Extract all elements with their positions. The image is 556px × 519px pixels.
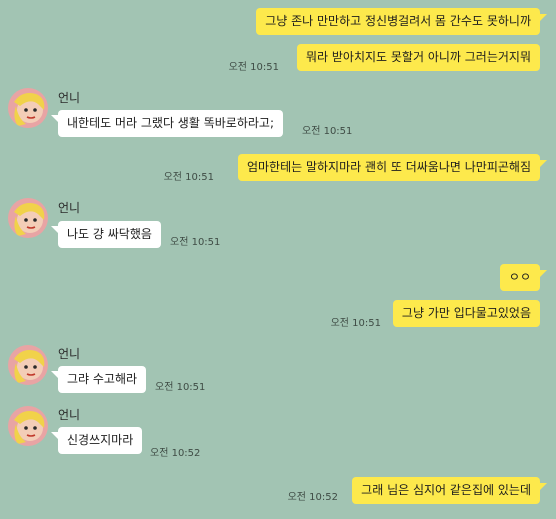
bubble-tail bbox=[539, 270, 547, 278]
bubble-tail bbox=[539, 483, 547, 491]
message-bubble-other[interactable]: 내한테도 머라 그랬다 생활 똑바로하라고; bbox=[58, 110, 283, 137]
message-bubble-mine[interactable]: 뭐라 받아치지도 못할거 아니까 그러는거지뭐 bbox=[296, 44, 540, 71]
avatar[interactable] bbox=[8, 198, 48, 238]
message-bubble-other[interactable]: 그랴 수고해라 bbox=[58, 366, 147, 393]
bubble-tail bbox=[539, 14, 547, 22]
sender-name: 언니 bbox=[58, 91, 81, 105]
message-time: 오전 10:51 bbox=[170, 237, 221, 248]
message-time: 오전 10:51 bbox=[163, 172, 214, 183]
chat-area: 그냥 존나 만만하고 정신병걸려서 몸 간수도 못하니까 뭐라 받아치지도 못할… bbox=[0, 0, 556, 519]
sender-name: 언니 bbox=[58, 347, 81, 361]
sender-name: 언니 bbox=[58, 201, 81, 215]
bubble-tail bbox=[539, 160, 547, 168]
message-time: 오전 10:51 bbox=[228, 62, 279, 73]
avatar[interactable] bbox=[8, 345, 48, 385]
avatar-image bbox=[8, 88, 48, 128]
message-bubble-mine[interactable]: 그냥 가만 입다물고있었음 bbox=[392, 300, 540, 327]
message-bubble-mine[interactable]: 그냥 존나 만만하고 정신병걸려서 몸 간수도 못하니까 bbox=[256, 8, 540, 35]
message-time: 오전 10:51 bbox=[155, 382, 206, 393]
message-time: 오전 10:52 bbox=[287, 492, 338, 503]
avatar-image bbox=[8, 198, 48, 238]
message-time: 오전 10:51 bbox=[330, 318, 381, 329]
avatar-image bbox=[8, 406, 48, 446]
message-bubble-mine[interactable]: 그래 님은 심지어 같은집에 있는데 bbox=[352, 477, 540, 504]
avatar-image bbox=[8, 345, 48, 385]
message-bubble-other[interactable]: 나도 걍 싸닥했음 bbox=[58, 221, 161, 248]
avatar[interactable] bbox=[8, 406, 48, 446]
avatar[interactable] bbox=[8, 88, 48, 128]
message-time: 오전 10:52 bbox=[150, 448, 201, 459]
message-time: 오전 10:51 bbox=[302, 126, 353, 137]
message-bubble-mine[interactable]: 엄마한테는 말하지마라 괜히 또 더싸움나면 나만피곤해짐 bbox=[237, 154, 540, 181]
message-bubble-other[interactable]: 신경쓰지마라 bbox=[58, 427, 143, 454]
message-bubble-mine[interactable]: ㅇㅇ bbox=[499, 264, 540, 291]
sender-name: 언니 bbox=[58, 408, 81, 422]
